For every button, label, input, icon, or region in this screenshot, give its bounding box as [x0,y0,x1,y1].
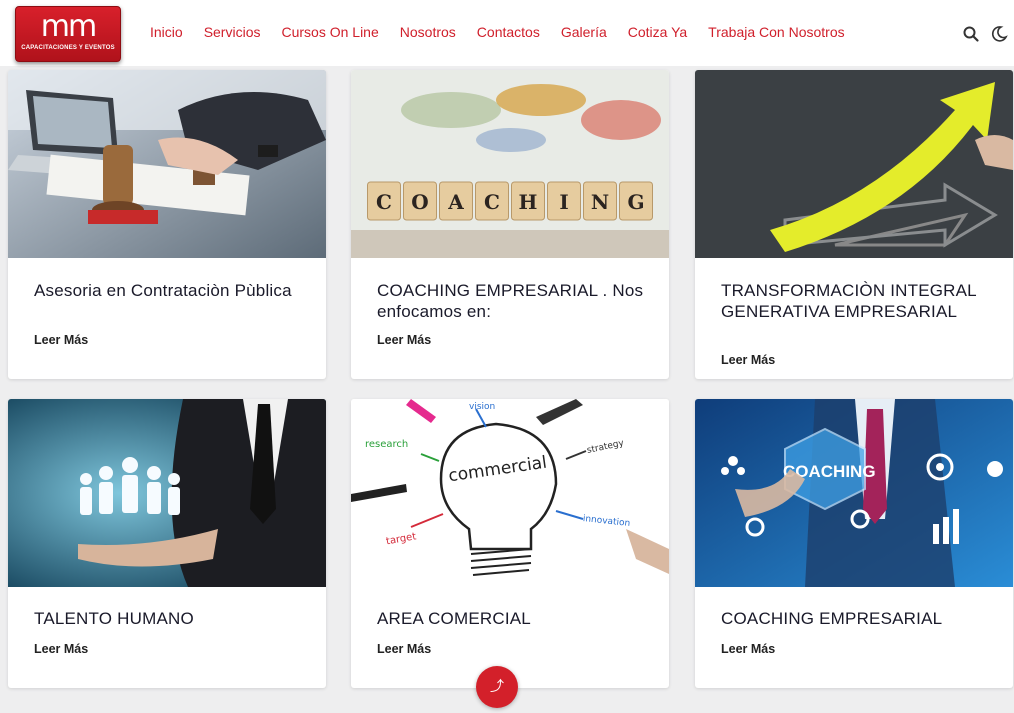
card-title: TALENTO HUMANO [34,609,194,628]
nav-link-galeria[interactable]: Galería [561,24,607,40]
nav-link-servicios[interactable]: Servicios [204,24,261,40]
search-icon[interactable] [962,25,980,43]
read-more-link[interactable]: Leer Más [377,642,431,656]
read-more-link[interactable]: Leer Más [34,333,88,347]
letter-block-char: C [484,190,500,214]
card-image-arrow-growth [695,70,1013,258]
nav-link-cotiza-ya[interactable]: Cotiza Ya [628,24,687,40]
nav-link-inicio[interactable]: Inicio [150,24,183,40]
card-image-commercial-bulb: commercial vision research strategy targ… [351,399,669,587]
letter-block-char: C [376,190,392,214]
letter-block-char: A [447,190,464,214]
card-title: Asesoria en Contrataciòn Pùblica [34,281,292,300]
top-navbar: mm CAPACITACIONES Y EVENTOS Inicio Servi… [0,0,1014,66]
brand-logo[interactable]: mm CAPACITACIONES Y EVENTOS [15,6,121,62]
nav-link-trabaja-con-nosotros[interactable]: Trabaja Con Nosotros [708,24,844,40]
card-image-contract [8,70,326,258]
read-more-link[interactable]: Leer Más [377,333,431,347]
nav-link-contactos[interactable]: Contactos [477,24,540,40]
letter-block-char: N [591,190,609,214]
logo-mark: mm [40,9,97,44]
logo-subtitle: CAPACITACIONES Y EVENTOS [21,45,115,51]
card-image-coaching-blocks: COACHING [351,70,669,258]
service-card-transformacion[interactable]: TRANSFORMACIÒN INTEGRAL GENERATIVA EMPRE… [695,70,1013,379]
letter-block-char: G [627,190,644,214]
card-title: COACHING EMPRESARIAL . Nos enfocamos en: [377,281,644,321]
nav-menu: Inicio Servicios Cursos On Line Nosotros… [150,24,866,40]
read-more-link[interactable]: Leer Más [34,642,88,656]
letter-block-char: I [559,190,568,214]
word-research: research [365,439,408,450]
read-more-link[interactable]: Leer Más [721,353,775,367]
service-card-talento[interactable]: TALENTO HUMANO Leer Más [8,399,326,688]
scroll-top-button[interactable]: ⤴ [476,666,518,708]
letter-block-char: O [411,190,428,214]
read-more-link[interactable]: Leer Más [721,642,775,656]
moon-icon[interactable] [990,25,1008,43]
service-card-coaching[interactable]: COACHING COACHING EMPRESARIAL . Nos enfo… [351,70,669,379]
card-image-human-talent [8,399,326,587]
card-image-coaching-hex: COACHING [695,399,1013,587]
card-title: AREA COMERCIAL [377,609,531,628]
service-card-comercial[interactable]: commercial vision research strategy targ… [351,399,669,688]
word-vision: vision [469,402,495,412]
card-title: COACHING EMPRESARIAL [721,609,943,628]
card-title: TRANSFORMACIÒN INTEGRAL GENERATIVA EMPRE… [721,281,977,321]
letter-block-char: H [519,190,538,214]
arrow-up-icon: ⤴ [490,678,504,694]
nav-link-nosotros[interactable]: Nosotros [400,24,456,40]
nav-link-cursos-online[interactable]: Cursos On Line [281,24,378,40]
service-card-coaching-empresarial[interactable]: COACHING COACHING EMPRESARIAL Leer Más [695,399,1013,688]
service-card-contratacion[interactable]: Asesoria en Contrataciòn Pùblica Leer Má… [8,70,326,379]
